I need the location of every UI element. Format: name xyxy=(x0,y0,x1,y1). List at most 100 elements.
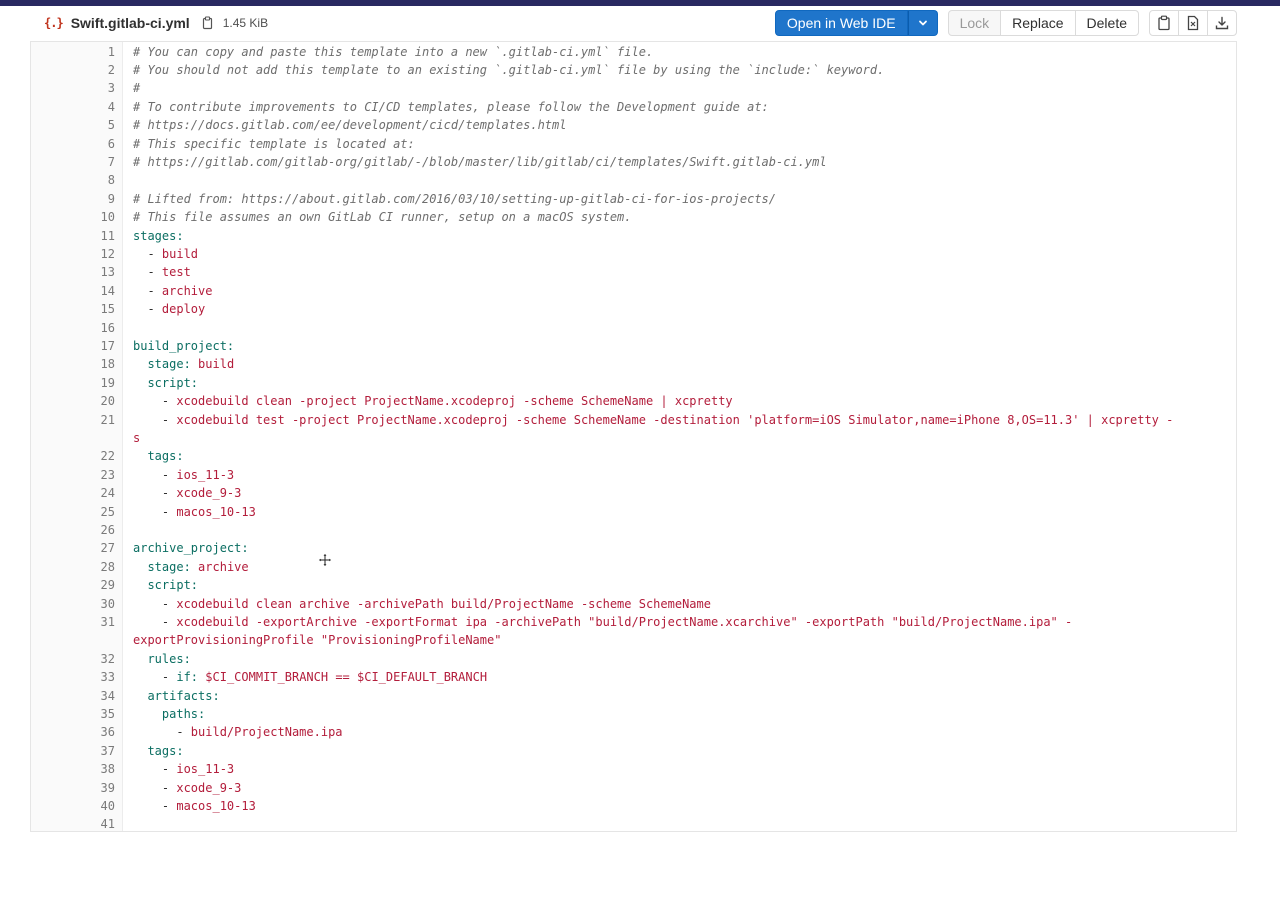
copy-contents-button[interactable] xyxy=(1149,10,1179,36)
plain-text xyxy=(133,689,147,703)
delete-button[interactable]: Delete xyxy=(1074,10,1139,36)
yaml-value: build xyxy=(198,357,235,372)
code-line: 9 # Lifted from: https://about.gitlab.com… xyxy=(31,190,1236,208)
code-text: - xcodebuild -exportArchive -exportForma… xyxy=(133,613,1232,631)
line-number[interactable]: 13 xyxy=(31,263,115,281)
code-text: s xyxy=(133,429,1232,447)
copy-file-path-icon[interactable] xyxy=(202,16,214,30)
file-view-button-group xyxy=(1149,10,1237,36)
line-number[interactable]: 9 xyxy=(31,190,115,208)
yaml-value: xcodebuild clean archive -archivePath bu… xyxy=(176,596,711,611)
code-text: - macos_10-13 xyxy=(133,503,1232,521)
line-number[interactable]: 4 xyxy=(31,98,115,116)
line-number[interactable]: 38 xyxy=(31,760,115,778)
code-line: 17 build_project: xyxy=(31,337,1236,355)
file-header: {.} Swift.gitlab-ci.yml 1.45 KiB Open in… xyxy=(30,6,1237,40)
plain-text: - xyxy=(133,798,177,813)
line-number[interactable]: 26 xyxy=(31,521,115,539)
yaml-file-icon: {.} xyxy=(44,16,64,30)
line-number[interactable]: 10 xyxy=(31,208,115,226)
line-number[interactable]: 24 xyxy=(31,484,115,502)
line-number[interactable]: 25 xyxy=(31,503,115,521)
code-line: 26 xyxy=(31,521,1236,539)
line-number[interactable]: 18 xyxy=(31,355,115,373)
line-number[interactable]: 34 xyxy=(31,687,115,705)
line-number[interactable]: 33 xyxy=(31,668,115,686)
code-text: tags: xyxy=(133,447,1232,465)
line-number[interactable]: 17 xyxy=(31,337,115,355)
line-number[interactable]: 28 xyxy=(31,558,115,576)
web-ide-dropdown-button[interactable] xyxy=(907,10,938,36)
code-text: stage: build xyxy=(133,355,1232,373)
line-number[interactable]: 7 xyxy=(31,153,115,171)
line-number[interactable]: 14 xyxy=(31,282,115,300)
file-edit-button-group: Lock Replace Delete xyxy=(947,10,1139,36)
line-number[interactable]: 11 xyxy=(31,227,115,245)
code-text: tags: xyxy=(133,742,1232,760)
code-viewer: 1 # You can copy and paste this template … xyxy=(30,41,1237,832)
comment-text: # https://gitlab.com/gitlab-org/gitlab/-… xyxy=(133,154,827,169)
line-number[interactable]: 29 xyxy=(31,576,115,594)
line-number[interactable]: 1 xyxy=(31,43,115,61)
yaml-key: archive_project: xyxy=(133,541,249,556)
line-number[interactable]: 32 xyxy=(31,650,115,668)
yaml-value: ios_11-3 xyxy=(176,762,235,777)
open-raw-button[interactable] xyxy=(1178,10,1208,36)
lock-button[interactable]: Lock xyxy=(947,10,1002,36)
line-number[interactable]: 15 xyxy=(31,300,115,318)
open-in-web-ide-button[interactable]: Open in Web IDE xyxy=(774,10,908,36)
code-text: - ios_11-3 xyxy=(133,760,1232,778)
line-number[interactable]: 20 xyxy=(31,392,115,410)
line-number[interactable]: 41 xyxy=(31,815,115,833)
line-number[interactable]: 5 xyxy=(31,116,115,134)
plain-text: - xyxy=(133,670,177,685)
yaml-value: ios_11-3 xyxy=(176,467,235,482)
yaml-value: archive xyxy=(161,283,213,298)
line-number[interactable]: 23 xyxy=(31,466,115,484)
line-number[interactable]: 2 xyxy=(31,61,115,79)
code-line: 5 # https://docs.gitlab.com/ee/developmen… xyxy=(31,116,1236,134)
line-number[interactable]: 36 xyxy=(31,723,115,741)
code-line: 2 # You should not add this template to a… xyxy=(31,61,1236,79)
yaml-key: if: xyxy=(176,670,199,685)
code-line: 41 xyxy=(31,815,1236,833)
line-number[interactable]: 6 xyxy=(31,135,115,153)
line-number[interactable]: 35 xyxy=(31,705,115,723)
yaml-key: rules: xyxy=(147,651,191,666)
line-number[interactable]: 31 xyxy=(31,613,115,631)
plain-text: - xyxy=(133,302,162,317)
line-number[interactable]: 21 xyxy=(31,411,115,429)
line-number[interactable]: 37 xyxy=(31,742,115,760)
comment-text: # To contribute improvements to CI/CD te… xyxy=(133,99,769,114)
line-number[interactable]: 19 xyxy=(31,374,115,392)
line-number[interactable]: 16 xyxy=(31,319,115,337)
code-line: 22 tags: xyxy=(31,447,1236,465)
plain-text: - xyxy=(133,780,177,795)
code-line: 37 tags: xyxy=(31,742,1236,760)
line-number[interactable]: 27 xyxy=(31,539,115,557)
line-number[interactable]: 12 xyxy=(31,245,115,263)
yaml-value: build/ProjectName.ipa xyxy=(190,725,343,740)
yaml-key: stage: xyxy=(147,357,191,372)
yaml-key: stage: xyxy=(147,559,191,574)
replace-button[interactable]: Replace xyxy=(1000,10,1076,36)
comment-text: # This file assumes an own GitLab CI run… xyxy=(133,210,632,225)
file-actions: Open in Web IDE Lock Replace Delete xyxy=(774,6,1237,40)
yaml-key: stages: xyxy=(133,228,184,243)
line-number[interactable]: 40 xyxy=(31,797,115,815)
code-comment: # This specific template is located at: xyxy=(133,135,1232,153)
yaml-value: macos_10-13 xyxy=(176,504,256,519)
file-name[interactable]: Swift.gitlab-ci.yml xyxy=(71,15,190,31)
plain-text: - xyxy=(133,394,177,409)
yaml-key: tags: xyxy=(147,449,184,464)
line-number[interactable]: 39 xyxy=(31,779,115,797)
yaml-value: build xyxy=(161,246,199,261)
line-number[interactable]: 22 xyxy=(31,447,115,465)
line-number[interactable]: 30 xyxy=(31,595,115,613)
comment-text: # xyxy=(133,81,141,96)
download-button[interactable] xyxy=(1207,10,1237,36)
line-number[interactable]: 3 xyxy=(31,79,115,97)
code-text: exportProvisioningProfile "ProvisioningP… xyxy=(133,631,1232,649)
line-number[interactable]: 8 xyxy=(31,171,115,189)
yaml-key: script: xyxy=(147,578,199,593)
